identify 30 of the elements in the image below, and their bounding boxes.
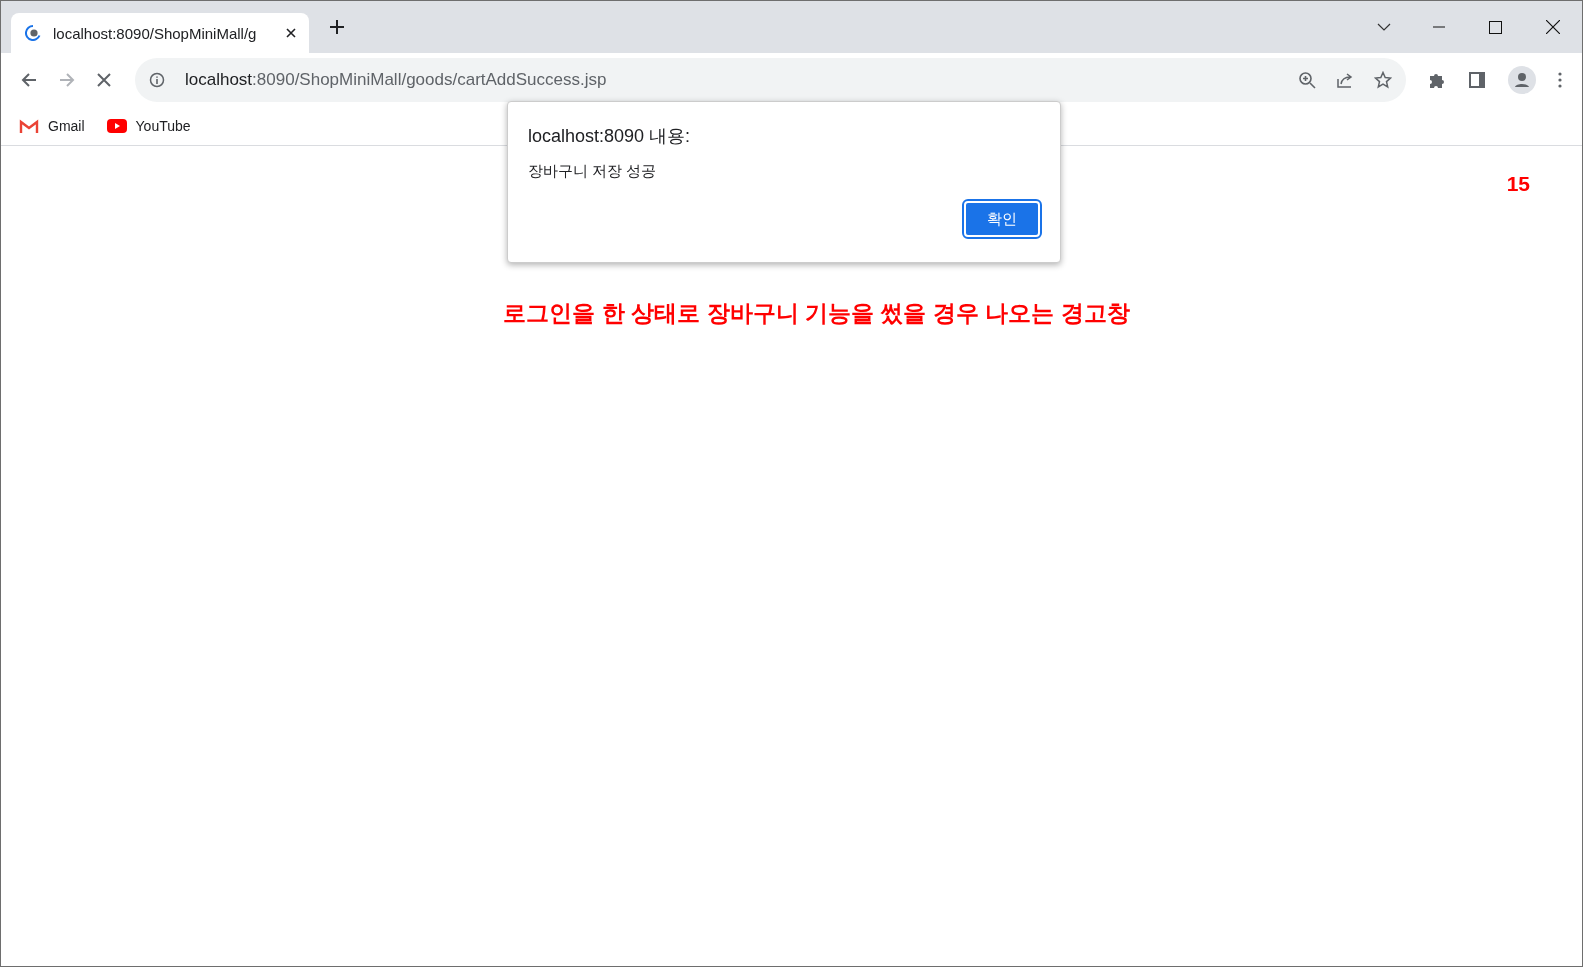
close-icon[interactable] — [1546, 20, 1560, 34]
mail-icon — [19, 118, 39, 134]
share-icon[interactable] — [1336, 71, 1354, 89]
star-icon[interactable] — [1374, 71, 1392, 89]
globe-icon — [25, 25, 41, 41]
caption-text: 로그인을 한 상태로 장바구니 기능을 썼을 경우 나오는 경고창 — [502, 299, 1131, 328]
play-icon — [106, 119, 127, 133]
url-host: localhost — [185, 70, 253, 89]
dialog-message: 장바구니 저장 성공 — [528, 162, 658, 181]
new-tab-icon[interactable] — [329, 19, 345, 35]
menu-icon[interactable] — [1558, 72, 1562, 88]
tab-title: localhost:8090/ShopMiniMall/g — [53, 24, 258, 42]
page-number: 15 — [1506, 172, 1530, 196]
chevron-down-icon[interactable] — [1377, 23, 1391, 31]
zoom-icon[interactable] — [1298, 71, 1316, 89]
close-icon[interactable] — [285, 27, 297, 39]
back-arrow-icon[interactable] — [21, 72, 37, 88]
stop-icon[interactable] — [97, 73, 111, 87]
info-icon — [149, 72, 165, 88]
ok-button[interactable]: 확인 — [964, 201, 1040, 237]
bookmark-link[interactable]: YouTube — [106, 118, 191, 134]
address-bar[interactable]: localhost:8090/ShopMiniMall/goods/cartAddSuccess.jsp — [135, 58, 1406, 102]
maximize-icon[interactable] — [1489, 20, 1502, 34]
url-path: :8090/ShopMiniMall/goods/cartAddSuccess.jsp — [252, 70, 607, 89]
browser-tab[interactable]: localhost:8090/ShopMiniMall/g — [11, 13, 309, 53]
bookmark-link[interactable]: Gmail — [19, 118, 85, 134]
puzzle-icon[interactable] — [1428, 71, 1446, 89]
side-panel-icon[interactable] — [1468, 71, 1486, 89]
profile-avatar-icon[interactable] — [1508, 66, 1536, 94]
dialog-title: localhost:8090 내용: — [528, 125, 692, 148]
